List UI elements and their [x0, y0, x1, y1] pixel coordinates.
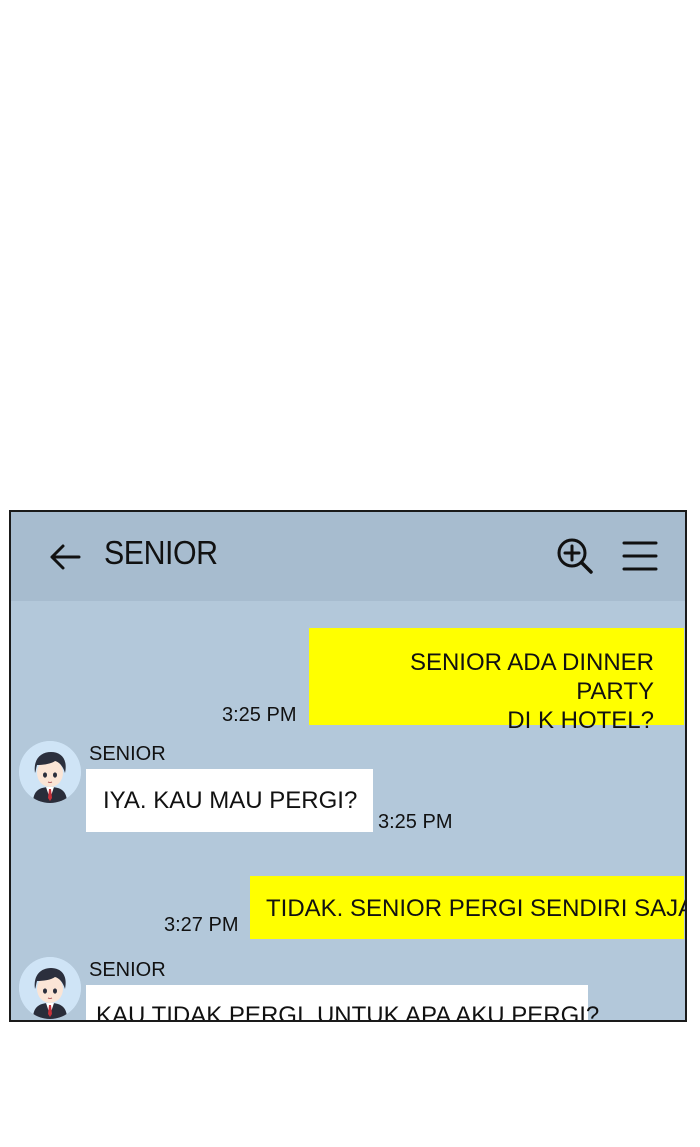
menu-button[interactable]: [622, 539, 658, 573]
message-timestamp: 3:27 PM: [164, 914, 239, 936]
avatar-character-icon: [19, 741, 81, 803]
arrow-left-icon: [50, 544, 81, 570]
chat-window: SENIOR SENIOR ADA DINNER PARTY DI K HOTE…: [9, 510, 687, 1022]
their-message-bubble[interactable]: KAU TIDAK PERGI, UNTUK APA AKU PERGI?: [86, 985, 599, 1020]
my-message-bubble[interactable]: SENIOR ADA DINNER PARTY DI K HOTEL?: [309, 628, 684, 734]
avatar-character-icon: [19, 957, 81, 1019]
their-message-bubble[interactable]: IYA. KAU MAU PERGI?: [86, 769, 374, 832]
hamburger-menu-icon: [622, 541, 658, 571]
message-timestamp: 3:25 PM: [378, 811, 453, 833]
sender-name: SENIOR: [89, 743, 166, 765]
sender-name: SENIOR: [89, 959, 166, 981]
message-line: SENIOR ADA DINNER PARTY: [409, 649, 654, 705]
zoom-search-button[interactable]: [556, 537, 594, 575]
back-button[interactable]: [47, 539, 83, 575]
zoom-in-icon: [557, 538, 593, 574]
message-line: DI K HOTEL?: [507, 707, 654, 734]
avatar[interactable]: [19, 741, 81, 803]
my-message-bubble[interactable]: TIDAK. SENIOR PERGI SENDIRI SAJA.: [250, 876, 685, 939]
avatar[interactable]: [19, 957, 81, 1019]
chat-title: SENIOR: [104, 534, 218, 571]
chat-header: SENIOR: [11, 512, 685, 601]
message-timestamp: 3:25 PM: [222, 704, 297, 726]
